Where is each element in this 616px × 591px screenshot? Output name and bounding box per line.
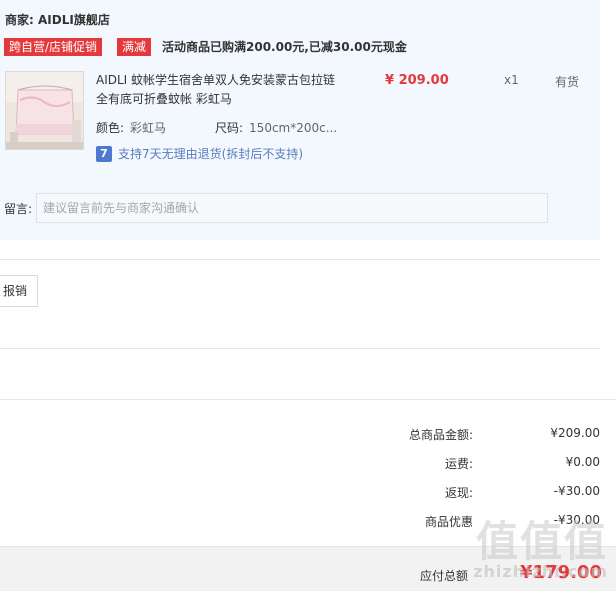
divider xyxy=(0,399,616,400)
site-watermark-url: zhizhizhi.com xyxy=(473,562,608,581)
product-size-attr: 尺码: 150cm*200c... xyxy=(215,119,337,136)
color-label: 颜色: xyxy=(96,121,125,135)
note-label: 留言: xyxy=(4,202,33,216)
divider xyxy=(0,348,600,349)
shop-label: 商家: xyxy=(5,13,34,27)
summary-value-total-goods: ¥209.00 xyxy=(550,426,600,440)
return-policy-link[interactable]: 支持7天无理由退货(拆封后不支持) xyxy=(118,146,303,162)
shop-name-line: 商家: AIDLI旗舰店 xyxy=(5,11,110,28)
summary-value-cashback: -¥30.00 xyxy=(553,484,600,498)
reimburse-button[interactable]: 报销 xyxy=(0,275,38,307)
seven-day-return-icon: 7 xyxy=(96,146,112,162)
summary-label-discount: 商品优惠 xyxy=(424,515,473,529)
site-watermark: 值值值 xyxy=(475,517,608,566)
promo-tag-store: 跨自营/店铺促销 xyxy=(4,38,103,56)
color-value: 彩虹马 xyxy=(130,121,167,135)
summary-label-cashback: 返现: xyxy=(444,486,473,500)
promo-tag-discount: 满减 xyxy=(117,38,152,56)
size-value: 150cm*200c... xyxy=(249,121,338,135)
size-label: 尺码: xyxy=(215,121,244,135)
payable-total-label: 应付总额 xyxy=(419,569,468,583)
summary-label-shipping: 运费: xyxy=(444,457,473,471)
product-price: ¥ 209.00 xyxy=(385,73,449,88)
product-thumbnail[interactable] xyxy=(5,71,84,150)
product-title-link[interactable]: AIDLI 蚊帐学生宿舍单双人免安装蒙古包拉链全有底可折叠蚊帐 彩虹马 xyxy=(96,71,346,109)
divider xyxy=(0,259,600,260)
product-color-attr: 颜色: 彩虹马 xyxy=(96,119,166,136)
note-input[interactable] xyxy=(36,193,548,223)
summary-label-total-goods: 总商品金额: xyxy=(408,428,473,442)
mosquito-net-image xyxy=(6,72,83,149)
promo-description: 活动商品已购满200.00元,已减30.00元现金 xyxy=(162,40,407,54)
summary-value-shipping: ¥0.00 xyxy=(565,455,600,469)
stock-status: 有货 xyxy=(555,75,580,89)
shop-name-link[interactable]: AIDLI旗舰店 xyxy=(38,13,110,27)
product-quantity: x1 xyxy=(504,73,519,87)
